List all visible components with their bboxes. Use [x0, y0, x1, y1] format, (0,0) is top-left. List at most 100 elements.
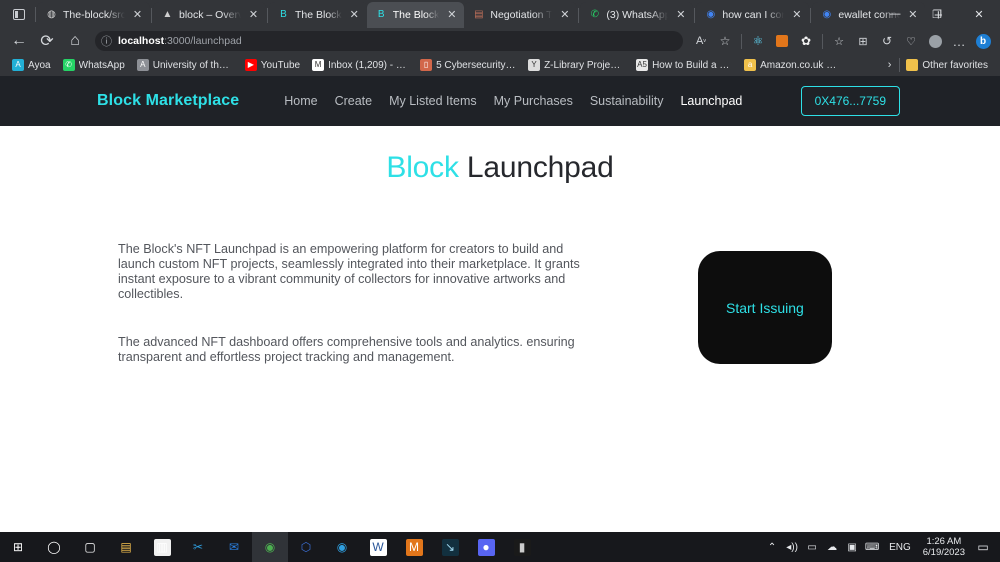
start-issuing-button[interactable]: Start Issuing [698, 251, 832, 365]
browser-tab[interactable]: ✆ (3) WhatsApp ✕ [580, 2, 694, 28]
hero-section: Block Launchpad [0, 126, 1000, 185]
bookmark-item[interactable]: aAmazon.co.uk – On... [738, 55, 846, 75]
language-indicator[interactable]: ENG [882, 542, 918, 553]
bookmarks-bar: AAyoa✆WhatsAppAUniversity of the Pe...▶Y… [0, 54, 1000, 76]
toolbar-divider-1 [741, 33, 742, 49]
tab-close-icon[interactable]: ✕ [130, 8, 145, 23]
whatsapp-icon: ✆ [62, 59, 75, 71]
browser-tab[interactable]: B The Block ✕ [269, 2, 367, 28]
address-bar-url: localhost:3000/launchpad [118, 35, 242, 47]
browser-tab[interactable]: ◍ The-block/src ✕ [37, 2, 150, 28]
bookmark-item[interactable]: ▯5 Cybersecurity Pro... [414, 55, 522, 75]
vs-code-icon: ✂ [192, 540, 204, 554]
profile-avatar-icon[interactable] [924, 31, 946, 51]
puzzle-extension-icon[interactable]: ✿ [795, 31, 817, 51]
word-button[interactable]: W [360, 532, 396, 562]
refresh-button[interactable]: ⟳ [34, 30, 60, 52]
tab-close-icon[interactable]: ✕ [557, 8, 572, 23]
bookmark-item[interactable]: YZ-Library Project - E... [522, 55, 630, 75]
nav-link-sustainability[interactable]: Sustainability [590, 94, 664, 108]
other-favorites-folder[interactable]: Other favorites [900, 55, 994, 75]
onedrive-icon[interactable]: ☁ [822, 532, 842, 562]
browser-essentials-icon[interactable]: ♡ [900, 31, 922, 51]
terminal-button[interactable]: ▮ [504, 532, 540, 562]
hardhat-cube-button[interactable]: ⬡ [288, 532, 324, 562]
bookmark-item[interactable]: ▶ YouTube [239, 55, 306, 75]
browser-tab[interactable]: ◉ how can I cor ✕ [696, 2, 810, 28]
address-bar[interactable]: ⓘ localhost:3000/launchpad [95, 31, 683, 51]
site-nav-links: Home Create My Listed Items My Purchases Sus… [284, 94, 742, 108]
discord-icon: ● [477, 538, 495, 556]
file-explorer-button[interactable]: ▤ [108, 532, 144, 562]
nav-link-home[interactable]: Home [284, 94, 317, 108]
word-icon: W [369, 538, 387, 556]
bookmark-item[interactable]: A5How to Build a Digi... [630, 55, 738, 75]
network-icon[interactable]: ⌨ [862, 532, 882, 562]
site-brand[interactable]: Block Marketplace [97, 92, 239, 110]
nav-link-create[interactable]: Create [335, 94, 373, 108]
tab-actions-icon[interactable] [4, 0, 34, 28]
home-button[interactable]: ⌂ [62, 30, 88, 52]
show-hidden-icons[interactable]: ⌃ [762, 532, 782, 562]
close-button[interactable]: ✕ [958, 0, 1000, 28]
nav-link-my-listed-items[interactable]: My Listed Items [389, 94, 477, 108]
nav-link-launchpad[interactable]: Launchpad [680, 94, 742, 108]
browser-tab[interactable]: ▤ Negotiation T ✕ [464, 2, 578, 28]
tab-title: The Block [295, 9, 342, 21]
tab-close-icon[interactable]: ✕ [673, 8, 688, 23]
chrome-button[interactable]: ◉ [252, 532, 288, 562]
notifications-icon[interactable]: ▭ [970, 532, 996, 562]
briefcase-icon: ▤ [474, 9, 484, 20]
microsoft-store-button[interactable]: ▥ [144, 532, 180, 562]
clock-time: 1:26 AM [926, 536, 962, 547]
discord-button[interactable]: ● [468, 532, 504, 562]
bookmark-item[interactable]: A Ayoa [6, 55, 57, 75]
mail-button[interactable]: ✉ [216, 532, 252, 562]
wallet-address-button[interactable]: 0X476...7759 [800, 86, 900, 116]
clock[interactable]: 1:26 AM 6/19/2023 [918, 536, 970, 558]
browser-tab[interactable]: B The Block ✕ [366, 2, 465, 28]
battery-icon[interactable]: ▭ [802, 532, 822, 562]
copilot-bing-icon[interactable]: b [972, 31, 994, 51]
favorites-icon[interactable]: ☆ [828, 31, 850, 51]
camera-icon[interactable]: ▣ [842, 532, 862, 562]
description-paragraph-1: The Block's NFT Launchpad is an empoweri… [118, 242, 580, 301]
back-button[interactable]: ← [6, 30, 32, 52]
settings-more-icon[interactable]: … [948, 31, 970, 51]
browser-tab[interactable]: ▲ block – Overv ✕ [153, 2, 266, 28]
tab-close-icon[interactable]: ✕ [789, 8, 804, 23]
start-button-button[interactable]: ⊞ [0, 532, 36, 562]
tab-close-icon[interactable]: ✕ [347, 8, 362, 23]
site-info-icon[interactable]: ⓘ [101, 33, 112, 49]
collections-icon[interactable]: ⊞ [852, 31, 874, 51]
react-devtools-extension-icon[interactable]: ⚛ [747, 31, 769, 51]
read-aloud-icon[interactable]: Aᵛ [690, 31, 712, 51]
bookmark-item[interactable]: ✆ WhatsApp [57, 55, 131, 75]
tab-divider [35, 6, 36, 22]
remix-button[interactable]: ↘ [432, 532, 468, 562]
edge-button[interactable]: ◉ [324, 532, 360, 562]
favorite-star-icon[interactable]: ☆ [714, 31, 736, 51]
search-button[interactable]: ◯ [36, 532, 72, 562]
maximize-button[interactable]: ❐ [916, 0, 958, 28]
volume-icon[interactable]: ◂)) [782, 532, 802, 562]
history-icon[interactable]: ↺ [876, 31, 898, 51]
nav-link-my-purchases[interactable]: My Purchases [494, 94, 573, 108]
task-view-button[interactable]: ▢ [72, 532, 108, 562]
bookmark-item[interactable]: MInbox (1,209) - eya... [306, 55, 414, 75]
site-navbar: Block Marketplace Home Create My Listed It… [0, 76, 1000, 126]
vs-code-button[interactable]: ✂ [180, 532, 216, 562]
bookmark-item[interactable]: AUniversity of the Pe... [131, 55, 239, 75]
browser-toolbar: ← ⟳ ⌂ ⓘ localhost:3000/launchpad Aᵛ ☆ ⚛ … [0, 28, 1000, 54]
vercel-icon: ▲ [162, 9, 173, 20]
tab-close-icon[interactable]: ✕ [444, 8, 459, 23]
bookmarks-overflow-button[interactable]: › [880, 59, 900, 71]
metamask-button[interactable]: M [396, 532, 432, 562]
description-paragraph-2: The advanced NFT dashboard offers compre… [118, 334, 575, 364]
tab-close-icon[interactable]: ✕ [246, 8, 261, 23]
windows-taskbar: ⊞ ◯ ▢ ▤ ▥ ✂ ✉ ◉ ⬡ ◉ W M ↘ ● ▮ ⌃ ◂)) ▭ ☁ ▣ ⌨ ENG 1:26 A… [0, 532, 1000, 562]
minimize-button[interactable]: — [874, 0, 916, 28]
university-icon: A [136, 59, 149, 71]
metamask-extension-icon[interactable] [771, 31, 793, 51]
bookmark-label: 5 Cybersecurity Pro... [436, 59, 516, 71]
